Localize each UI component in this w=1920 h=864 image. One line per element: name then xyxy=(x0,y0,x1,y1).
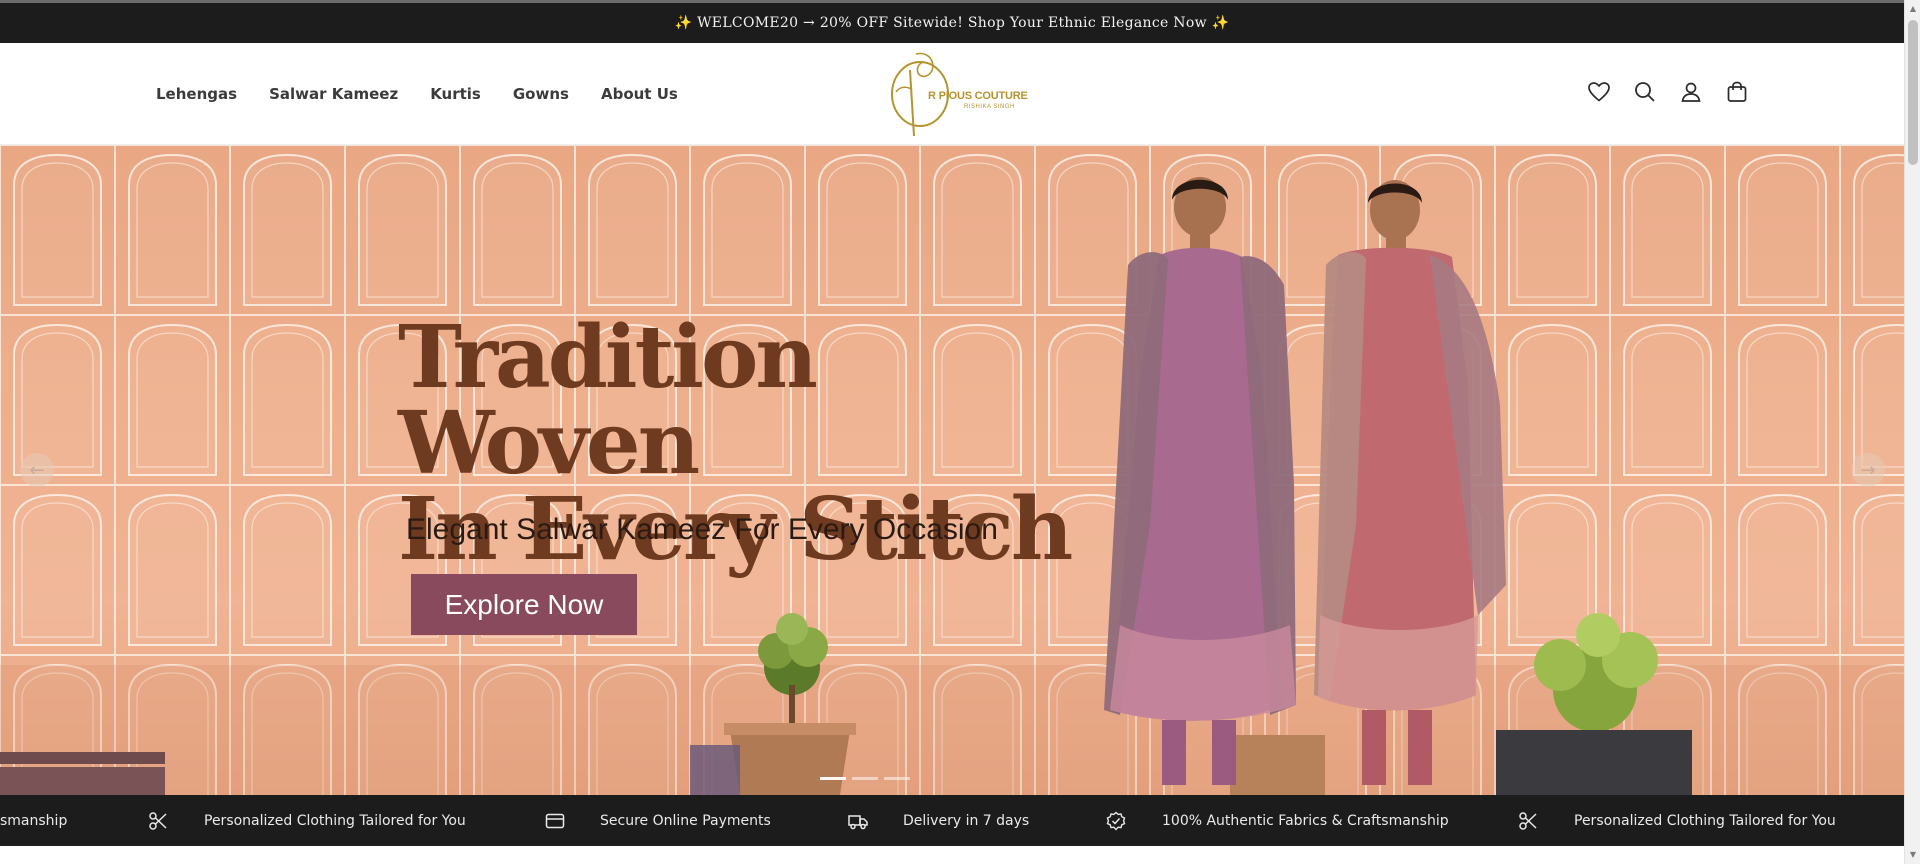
nav-item-about-us[interactable]: About Us xyxy=(601,85,678,103)
feature-label: Delivery in 7 days xyxy=(903,812,1030,829)
feature-item: smanship xyxy=(0,795,67,846)
model-figure-left xyxy=(1104,177,1296,785)
page-scrollbar[interactable]: ▲ ▼ xyxy=(1904,0,1920,864)
feature-item: 100% Authentic Fabrics & Craftsmanship xyxy=(1162,795,1449,846)
feature-label: 100% Authentic Fabrics & Craftsmanship xyxy=(1162,812,1449,829)
slider-dots xyxy=(820,777,910,780)
scroll-up-arrow-icon[interactable]: ▲ xyxy=(1908,4,1918,14)
features-strip: smanship Personalized Clothing Tailored … xyxy=(0,795,1904,846)
search-icon[interactable] xyxy=(1632,79,1658,105)
hero-banner: Tradition Woven In Every Stitch Elegant … xyxy=(0,145,1904,795)
scrollbar-thumb[interactable] xyxy=(1908,20,1918,165)
feature-label: Secure Online Payments xyxy=(600,812,771,829)
slider-dot-2[interactable] xyxy=(852,777,878,780)
logo-brand-name: R PIOUS COUTURE xyxy=(928,90,1028,102)
feature-label: Personalized Clothing Tailored for You xyxy=(1574,812,1836,829)
hero-title-line-1: Tradition Woven xyxy=(398,307,818,494)
scissors-icon xyxy=(149,812,167,830)
badge-check-icon xyxy=(1106,811,1126,831)
heart-icon[interactable] xyxy=(1586,79,1612,105)
site-header: Lehengas Salwar Kameez Kurtis Gowns Abou… xyxy=(0,43,1904,145)
feature-label: smanship xyxy=(0,812,68,829)
feature-item: Delivery in 7 days xyxy=(903,795,1029,846)
slider-dot-1[interactable] xyxy=(820,777,846,780)
credit-card-icon xyxy=(545,813,565,829)
hero-subtitle: Elegant Salwar Kameez For Every Occasion xyxy=(406,513,998,546)
slider-next-arrow[interactable]: → xyxy=(1851,453,1885,487)
announcement-bar: ✨ WELCOME20 → 20% OFF Sitewide! Shop You… xyxy=(0,3,1904,43)
nav-item-gowns[interactable]: Gowns xyxy=(513,85,569,103)
feature-label: Personalized Clothing Tailored for You xyxy=(204,812,466,829)
main-nav: Lehengas Salwar Kameez Kurtis Gowns Abou… xyxy=(156,43,678,145)
nav-item-salwar-kameez[interactable]: Salwar Kameez xyxy=(269,85,398,103)
logo-tagline: RISHIKA SINGH xyxy=(964,104,1015,110)
feature-item: Secure Online Payments xyxy=(600,795,771,846)
feature-item: Personalized Clothing Tailored for You xyxy=(1574,795,1836,846)
nav-item-lehengas[interactable]: Lehengas xyxy=(156,85,237,103)
explore-now-button[interactable]: Explore Now xyxy=(411,574,637,635)
header-actions xyxy=(1586,79,1750,105)
account-icon[interactable] xyxy=(1678,79,1704,105)
announcement-text: ✨ WELCOME20 → 20% OFF Sitewide! Shop You… xyxy=(674,15,1230,31)
scroll-down-arrow-icon[interactable]: ▼ xyxy=(1908,850,1918,860)
nav-item-kurtis[interactable]: Kurtis xyxy=(430,85,481,103)
slider-dot-3[interactable] xyxy=(884,777,910,780)
feature-item: Personalized Clothing Tailored for You xyxy=(204,795,466,846)
slider-prev-arrow[interactable]: ← xyxy=(20,453,54,487)
truck-icon xyxy=(848,815,868,830)
page-below-fold xyxy=(0,846,1904,864)
brand-logo[interactable]: R PIOUS COUTURE RISHIKA SINGH xyxy=(886,50,1028,138)
scissors-icon xyxy=(1519,812,1537,830)
cart-icon[interactable] xyxy=(1724,79,1750,105)
